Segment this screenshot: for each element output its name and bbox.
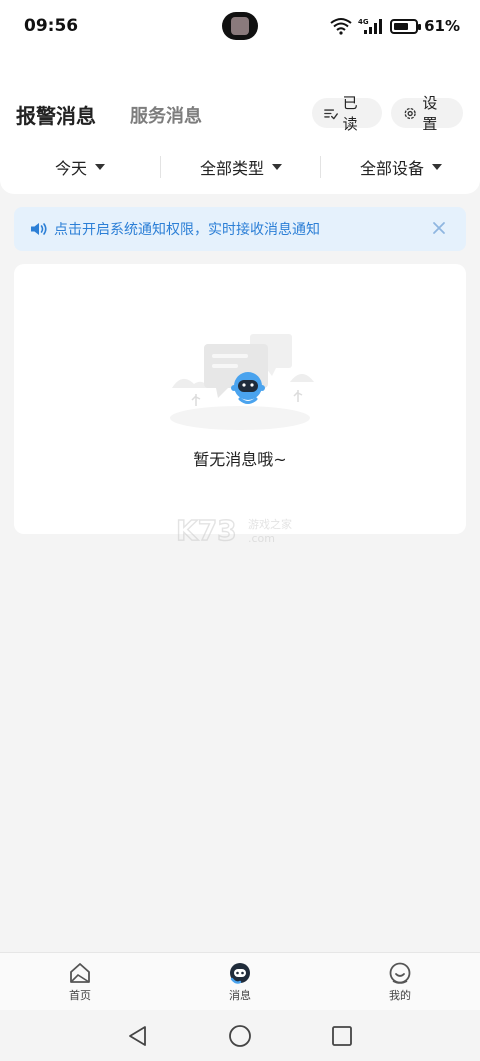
nav-messages[interactable]: 消息 <box>210 961 270 1003</box>
type-filter-label: 全部类型 <box>200 159 265 178</box>
system-navigation-bar <box>0 1010 480 1061</box>
empty-state-text: 暂无消息哦~ <box>193 450 287 469</box>
svg-text:.com: .com <box>248 532 275 545</box>
close-icon[interactable] <box>430 219 448 237</box>
empty-state-card: 暂无消息哦~ <box>14 264 466 534</box>
svg-text:K73: K73 <box>176 514 237 547</box>
date-filter-label: 今天 <box>55 159 88 178</box>
watermark-logo: K73 游戏之家 .com <box>176 514 292 548</box>
wifi-icon <box>330 18 352 35</box>
status-bar: 09:56 4G 61% <box>0 0 480 56</box>
nav-home[interactable]: 首页 <box>50 961 110 1003</box>
mark-read-button[interactable]: 已读 <box>312 94 382 133</box>
back-icon[interactable] <box>126 1024 150 1048</box>
message-robot-icon <box>230 963 250 984</box>
recents-icon[interactable] <box>330 1024 354 1048</box>
profile-icon <box>389 962 411 984</box>
caret-down-icon <box>95 164 106 170</box>
camera-cutout <box>222 12 258 40</box>
battery-percent: 61% <box>424 17 460 35</box>
filter-bar: 今天 全部类型 全部设备 <box>0 150 480 184</box>
cellular-signal-icon: 4G <box>358 18 383 34</box>
battery-icon <box>390 18 422 34</box>
bottom-navigation: 首页 消息 我的 <box>0 952 480 1010</box>
device-filter-label: 全部设备 <box>360 159 425 178</box>
speaker-icon <box>31 223 47 235</box>
nav-mine[interactable]: 我的 <box>370 961 430 1003</box>
caret-down-icon <box>432 164 443 170</box>
notice-text: 点击开启系统通知权限，实时接收消息通知 <box>54 222 320 238</box>
divider <box>160 156 161 178</box>
gear-icon <box>404 107 416 119</box>
mark-read-label: 已读 <box>342 94 358 133</box>
settings-label: 设置 <box>422 94 438 133</box>
date-filter[interactable]: 今天 <box>55 150 106 184</box>
caret-down-icon <box>272 164 283 170</box>
svg-text:游戏之家: 游戏之家 <box>248 517 292 531</box>
home-circle-icon[interactable] <box>228 1024 252 1048</box>
type-filter[interactable]: 全部类型 <box>200 150 283 184</box>
tab-alarm-messages[interactable]: 报警消息 <box>16 100 96 129</box>
network-label: 4G <box>358 18 369 26</box>
notification-permission-banner[interactable]: 点击开启系统通知权限，实时接收消息通知 <box>14 207 466 251</box>
status-icons: 4G 61% <box>330 14 460 38</box>
nav-mine-label: 我的 <box>389 989 411 1002</box>
device-filter[interactable]: 全部设备 <box>360 150 443 184</box>
mark-read-icon <box>324 108 338 119</box>
empty-messages-illustration <box>170 334 314 430</box>
nav-home-label: 首页 <box>69 989 91 1002</box>
message-header: 报警消息 服务消息 已读 设置 <box>0 92 480 136</box>
tab-service-messages[interactable]: 服务消息 <box>130 102 202 128</box>
status-time: 09:56 <box>24 16 79 36</box>
home-icon <box>70 963 90 983</box>
divider <box>320 156 321 178</box>
settings-button[interactable]: 设置 <box>391 94 463 133</box>
nav-messages-label: 消息 <box>229 989 251 1002</box>
